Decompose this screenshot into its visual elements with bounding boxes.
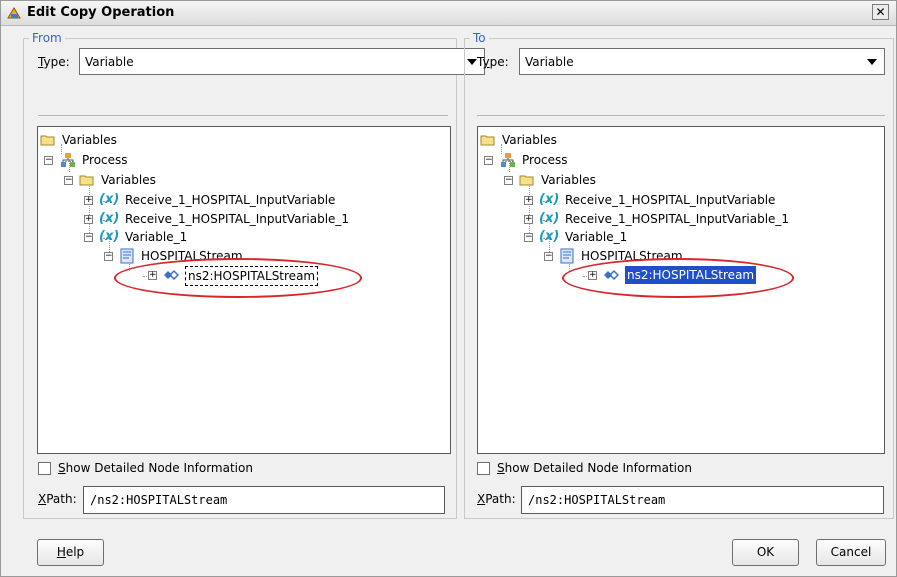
schema-icon bbox=[560, 248, 574, 264]
from-type-select[interactable]: Variable bbox=[79, 48, 485, 75]
expand-icon[interactable]: + bbox=[84, 215, 93, 224]
to-xpath-label: XPath: bbox=[477, 492, 516, 506]
tree-node-receive-input-variable[interactable]: + (x) Receive_1_HOSPITAL_InputVariable bbox=[38, 191, 337, 209]
title-bar[interactable]: Edit Copy Operation ✕ bbox=[1, 1, 896, 26]
to-type-value: Variable bbox=[525, 55, 574, 69]
collapse-icon[interactable]: − bbox=[544, 252, 553, 261]
to-show-detail-checkbox[interactable] bbox=[477, 462, 490, 475]
dialog-title: Edit Copy Operation bbox=[27, 5, 175, 20]
close-button[interactable]: ✕ bbox=[872, 4, 889, 20]
edit-copy-operation-dialog: Edit Copy Operation ✕ From Type: Variabl… bbox=[0, 0, 897, 577]
app-icon bbox=[7, 7, 21, 19]
to-show-detail-row[interactable]: Show Detailed Node Information bbox=[477, 460, 777, 478]
expand-icon[interactable]: + bbox=[524, 215, 533, 224]
from-xpath-input[interactable]: /ns2:HOSPITALStream bbox=[83, 486, 445, 514]
tree-node-variables-root[interactable]: Variables bbox=[40, 131, 119, 149]
tree-node-receive-input-variable-1[interactable]: + (x) Receive_1_HOSPITAL_InputVariable_1 bbox=[478, 210, 791, 228]
collapse-icon[interactable]: − bbox=[484, 156, 493, 165]
variable-icon: (x) bbox=[539, 229, 560, 244]
collapse-icon[interactable]: − bbox=[84, 233, 93, 242]
from-legend: From bbox=[32, 31, 62, 45]
to-annotation-ellipse bbox=[562, 258, 794, 298]
tree-node-receive-input-variable[interactable]: + (x) Receive_1_HOSPITAL_InputVariable bbox=[478, 191, 777, 209]
collapse-icon[interactable]: − bbox=[504, 176, 513, 185]
help-button[interactable]: Help bbox=[37, 539, 104, 566]
tree-node-process[interactable]: − Process bbox=[478, 151, 570, 169]
from-xpath-label: XPath: bbox=[38, 492, 77, 506]
chevron-down-icon bbox=[867, 59, 877, 65]
from-show-detail-checkbox[interactable] bbox=[38, 462, 51, 475]
collapse-icon[interactable]: − bbox=[104, 252, 113, 261]
tree-node-variable-1[interactable]: − (x) Variable_1 bbox=[38, 228, 189, 246]
to-type-select[interactable]: Variable bbox=[519, 48, 885, 75]
variable-icon: (x) bbox=[99, 192, 120, 207]
tree-node-process[interactable]: − Process bbox=[38, 151, 130, 169]
variable-icon: (x) bbox=[99, 211, 120, 226]
from-separator bbox=[38, 115, 448, 116]
process-icon bbox=[61, 153, 75, 167]
tree-node-receive-input-variable-1[interactable]: + (x) Receive_1_HOSPITAL_InputVariable_1 bbox=[38, 210, 351, 228]
collapse-icon[interactable]: − bbox=[44, 156, 53, 165]
variable-icon: (x) bbox=[539, 211, 560, 226]
to-separator bbox=[477, 115, 885, 116]
tree-node-variables[interactable]: − Variables bbox=[478, 171, 598, 189]
expand-icon[interactable]: + bbox=[524, 196, 533, 205]
from-type-label: Type: bbox=[38, 55, 70, 69]
schema-icon bbox=[120, 248, 134, 264]
to-type-label: Type: bbox=[477, 55, 509, 69]
cancel-button[interactable]: Cancel bbox=[816, 539, 886, 566]
expand-icon[interactable]: + bbox=[84, 196, 93, 205]
process-icon bbox=[501, 153, 515, 167]
collapse-icon[interactable]: − bbox=[524, 233, 533, 242]
collapse-icon[interactable]: − bbox=[64, 176, 73, 185]
from-type-value: Variable bbox=[85, 55, 134, 69]
to-legend: To bbox=[473, 31, 486, 45]
variable-icon: (x) bbox=[99, 229, 120, 244]
folder-icon bbox=[79, 175, 94, 186]
ok-button[interactable]: OK bbox=[732, 539, 799, 566]
from-annotation-ellipse bbox=[114, 258, 362, 298]
folder-icon bbox=[519, 175, 534, 186]
folder-icon bbox=[40, 135, 55, 146]
tree-node-variable-1[interactable]: − (x) Variable_1 bbox=[478, 228, 629, 246]
to-show-detail-label: Show Detailed Node Information bbox=[497, 461, 692, 475]
to-xpath-input[interactable]: /ns2:HOSPITALStream bbox=[521, 486, 884, 514]
folder-icon bbox=[480, 135, 495, 146]
tree-node-variables-root[interactable]: Variables bbox=[480, 131, 559, 149]
variable-icon: (x) bbox=[539, 192, 560, 207]
from-show-detail-row[interactable]: Show Detailed Node Information bbox=[38, 460, 338, 478]
tree-node-variables[interactable]: − Variables bbox=[38, 171, 158, 189]
from-show-detail-label: Show Detailed Node Information bbox=[58, 461, 253, 475]
